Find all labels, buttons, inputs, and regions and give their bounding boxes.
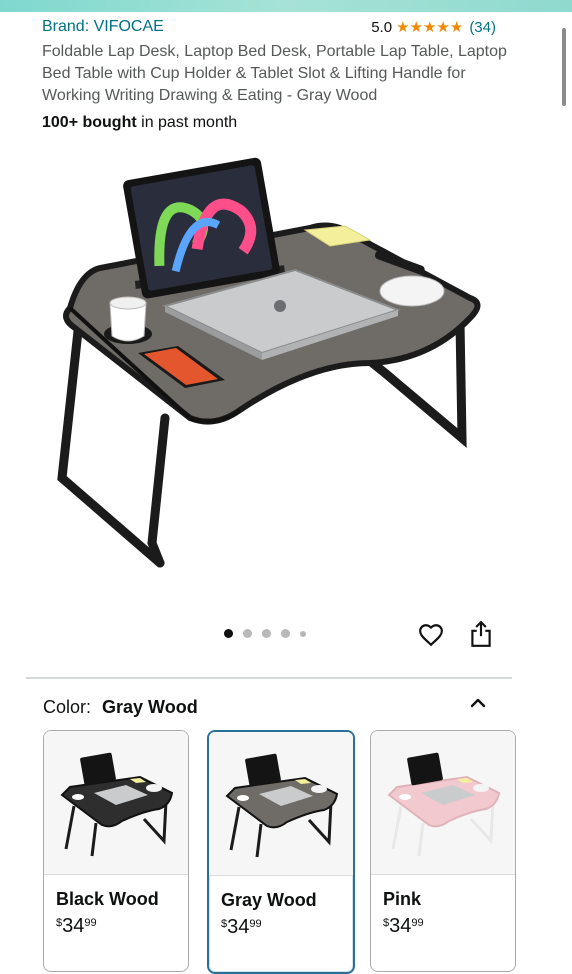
product-main-image[interactable] <box>40 148 510 588</box>
color-label: Color: <box>43 697 92 717</box>
color-option-pink[interactable]: Pink $3499 <box>370 730 516 972</box>
swatch-image <box>209 732 353 876</box>
price-cents: 99 <box>249 918 262 930</box>
price-cents: 99 <box>84 917 97 929</box>
product-title: Foldable Lap Desk, Laptop Bed Desk, Port… <box>42 43 507 104</box>
carousel-dot[interactable] <box>224 629 233 638</box>
currency-symbol: $ <box>383 917 390 929</box>
carousel-dot[interactable] <box>243 629 252 638</box>
bought-in-past-month: 100+ bought in past month <box>42 114 237 132</box>
brand-link[interactable]: Brand: VIFOCAE <box>42 18 164 36</box>
bought-count: 100+ bought <box>42 114 137 131</box>
share-icon[interactable] <box>468 620 494 648</box>
color-selector-header: Color: Gray Wood <box>43 697 198 718</box>
price-cents: 99 <box>411 917 424 929</box>
mouse-image <box>379 275 445 307</box>
currency-symbol: $ <box>56 917 63 929</box>
swatch-image <box>44 731 188 875</box>
currency-symbol: $ <box>221 918 228 930</box>
swatch-color-name: Black Wood <box>56 889 159 909</box>
carousel-dot[interactable] <box>281 629 290 638</box>
carousel-dot[interactable] <box>262 629 271 638</box>
price-dollars: 34 <box>389 915 412 937</box>
swatch-color-name: Pink <box>383 889 422 909</box>
section-divider <box>26 677 512 679</box>
selected-color-value: Gray Wood <box>102 697 198 717</box>
top-color-strip <box>0 0 572 12</box>
price-dollars: 34 <box>62 915 85 937</box>
rating-summary[interactable]: 5.0 ★★★★★ (34) <box>371 18 496 37</box>
coffee-cup <box>109 296 147 342</box>
rating-value: 5.0 <box>371 18 393 36</box>
swatch-price: $3499 <box>383 915 424 938</box>
color-option-gray-wood[interactable]: Gray Wood $3499 <box>207 730 355 974</box>
rating-count[interactable]: (34) <box>469 19 496 36</box>
page-scrollbar[interactable] <box>562 28 566 106</box>
swatch-price: $3499 <box>221 916 262 939</box>
carousel-dot[interactable] <box>300 630 306 637</box>
color-option-black-wood[interactable]: Black Wood $3499 <box>43 730 189 972</box>
star-rating-icon: ★★★★★ <box>396 19 464 36</box>
chevron-up-icon[interactable] <box>468 693 488 713</box>
bought-period: in past month <box>136 114 238 131</box>
swatch-color-name: Gray Wood <box>221 890 317 910</box>
swatch-price: $3499 <box>56 915 97 938</box>
price-dollars: 34 <box>227 916 250 938</box>
swatch-image <box>371 731 515 875</box>
tablet-image <box>123 157 280 299</box>
image-carousel-dots[interactable] <box>224 629 306 638</box>
heart-icon[interactable] <box>418 622 444 648</box>
